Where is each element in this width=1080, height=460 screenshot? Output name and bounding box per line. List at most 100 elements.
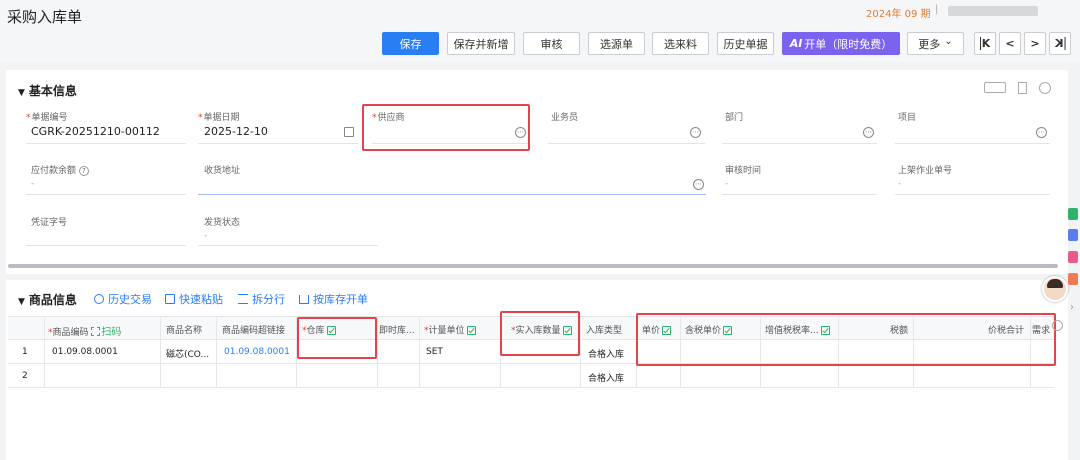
goods-info-label: 商品信息 <box>28 293 77 307</box>
split-icon <box>238 294 248 304</box>
next-record-icon[interactable]: > <box>1024 32 1046 55</box>
more-label: 更多 <box>918 37 941 51</box>
last-record-glyph: K <box>1054 37 1066 50</box>
save-and-new-button[interactable]: 保存并新增 <box>447 32 515 55</box>
history-trade-label: 历史交易 <box>108 293 152 306</box>
salesperson-field[interactable] <box>548 143 705 144</box>
chat-rail-icon[interactable] <box>1068 229 1078 241</box>
ai-open-button[interactable]: AI 开单（限时免费） <box>782 32 900 55</box>
split-row-button[interactable]: 拆分行 <box>238 291 285 307</box>
supplier-highlight-box <box>362 104 530 151</box>
doc-no-label: *单据编号 <box>26 110 68 123</box>
doc-date-field[interactable]: 2025-12-10 <box>204 125 268 138</box>
ship-status-label: 发货状态 <box>204 218 241 228</box>
chevron-down-icon: ⌄ <box>944 36 953 47</box>
project-field[interactable] <box>895 143 1050 144</box>
top-bar: 采购入库单 2024年 09 期 | 保存 保存并新增 审核 选源单 选来料 历… <box>0 0 1080 62</box>
table-row[interactable]: 2 合格入库 <box>8 364 1054 388</box>
period-label[interactable]: 2024年 09 期 <box>866 5 931 20</box>
collapse-caret-icon: ▼ <box>18 297 25 307</box>
audit-button[interactable]: 审核 <box>523 32 580 55</box>
voucher-label: 凭证字号 <box>31 218 68 228</box>
payable-label: 应付款余额 ? <box>31 163 89 176</box>
voucher-field[interactable] <box>26 245 186 246</box>
scan-button[interactable]: 扫码 <box>91 327 121 338</box>
col-unit-label: 计量单位 <box>428 326 465 336</box>
help-rail-icon[interactable] <box>1068 208 1078 220</box>
history-trade-button[interactable]: 历史交易 <box>94 291 152 307</box>
col-unit[interactable]: *计量单位 <box>424 323 476 336</box>
address-picker-icon[interactable]: ⋯ <box>693 179 704 190</box>
help-icon[interactable]: ? <box>78 166 89 176</box>
calendar-icon[interactable] <box>344 127 354 137</box>
select-material-button[interactable]: 选来料 <box>652 32 709 55</box>
project-picker-icon[interactable]: ⋯ <box>1036 127 1047 138</box>
payable-label-text: 应付款余额 <box>31 166 77 176</box>
salesperson-picker-icon[interactable]: ⋯ <box>690 127 701 138</box>
prev-record-icon[interactable]: < <box>999 32 1021 55</box>
calendar-rail-icon[interactable] <box>1068 273 1078 285</box>
history-docs-button[interactable]: 历史单据 <box>717 32 774 55</box>
dept-field[interactable] <box>722 143 877 144</box>
dept-label: 部门 <box>725 113 744 123</box>
table-settings-icon[interactable] <box>1052 320 1063 331</box>
dept-picker-icon[interactable]: ⋯ <box>863 127 874 138</box>
cell-unit[interactable]: SET <box>426 347 443 357</box>
basic-info-label: 基本信息 <box>28 84 77 98</box>
scan-icon <box>91 327 101 336</box>
address-label: 收货地址 <box>204 166 241 176</box>
doc-date-label: *单据日期 <box>198 110 240 123</box>
audit-time-value: - <box>725 179 729 189</box>
shelf-no-value: - <box>898 179 902 189</box>
shelf-no-label: 上架作业单号 <box>898 166 953 176</box>
cell-code[interactable]: 01.09.08.0001 <box>52 347 118 357</box>
last-record-icon[interactable]: K <box>1049 32 1071 55</box>
col-intype[interactable]: 入库类型 <box>586 323 622 336</box>
ai-open-label: 开单（限时免费） <box>804 37 893 51</box>
stock-open-button[interactable]: 按库存开单 <box>299 291 368 307</box>
horizontal-scrollbar[interactable] <box>8 264 1058 268</box>
required-mark: * <box>26 113 31 123</box>
col-name[interactable]: 商品名称 <box>166 323 202 336</box>
first-record-icon[interactable]: K <box>974 32 996 55</box>
goods-info-title[interactable]: ▼ 商品信息 <box>18 291 77 308</box>
cell-link[interactable]: 01.09.08.0001 <box>224 347 290 357</box>
col-instock[interactable]: 即时库... <box>379 323 415 336</box>
page-title: 采购入库单 <box>7 8 83 26</box>
checkbox-icon[interactable] <box>466 326 476 335</box>
cell-intype[interactable]: 合格入库 <box>588 347 624 360</box>
assistant-avatar[interactable] <box>1042 276 1068 302</box>
col-code[interactable]: *商品编码 扫码 <box>48 323 121 338</box>
audit-time-label: 审核时间 <box>725 166 762 176</box>
save-button[interactable]: 保存 <box>382 32 439 55</box>
payable-value: - <box>31 179 35 189</box>
basic-info-title[interactable]: ▼ 基本信息 <box>18 82 77 99</box>
cell-intype[interactable]: 合格入库 <box>588 371 624 384</box>
ship-status-underline <box>198 245 378 246</box>
print-settings-icon[interactable] <box>1018 82 1027 94</box>
doc-date-label-text: 单据日期 <box>203 113 240 123</box>
stock-open-label: 按库存开单 <box>313 293 368 306</box>
quick-paste-button[interactable]: 快速粘贴 <box>165 291 223 307</box>
quick-paste-label: 快速粘贴 <box>179 293 223 306</box>
col-link[interactable]: 商品编码超链接 <box>222 323 285 336</box>
address-field[interactable] <box>198 194 706 195</box>
paste-icon <box>165 294 175 304</box>
user-info-blurred <box>948 6 1038 16</box>
home-icon <box>299 295 309 304</box>
project-label: 项目 <box>898 113 917 123</box>
chevron-right-icon[interactable]: › <box>1070 302 1074 313</box>
select-source-button[interactable]: 选源单 <box>588 32 645 55</box>
doc-no-field[interactable]: CGRK-20251210-00112 <box>31 125 160 138</box>
cell-name[interactable]: 磁芯(CO... <box>166 347 209 360</box>
message-rail-icon[interactable] <box>1068 251 1078 263</box>
ship-status-value: - <box>204 231 208 241</box>
audit-time-underline <box>722 194 877 195</box>
scan-label: 扫码 <box>101 327 122 338</box>
qty-highlight-box <box>500 311 580 356</box>
gear-icon[interactable] <box>1039 82 1051 94</box>
doc-no-label-text: 单据编号 <box>31 113 68 123</box>
more-button[interactable]: 更多 ⌄ <box>907 32 964 55</box>
keyboard-icon[interactable] <box>984 82 1006 93</box>
payable-underline <box>26 194 186 195</box>
